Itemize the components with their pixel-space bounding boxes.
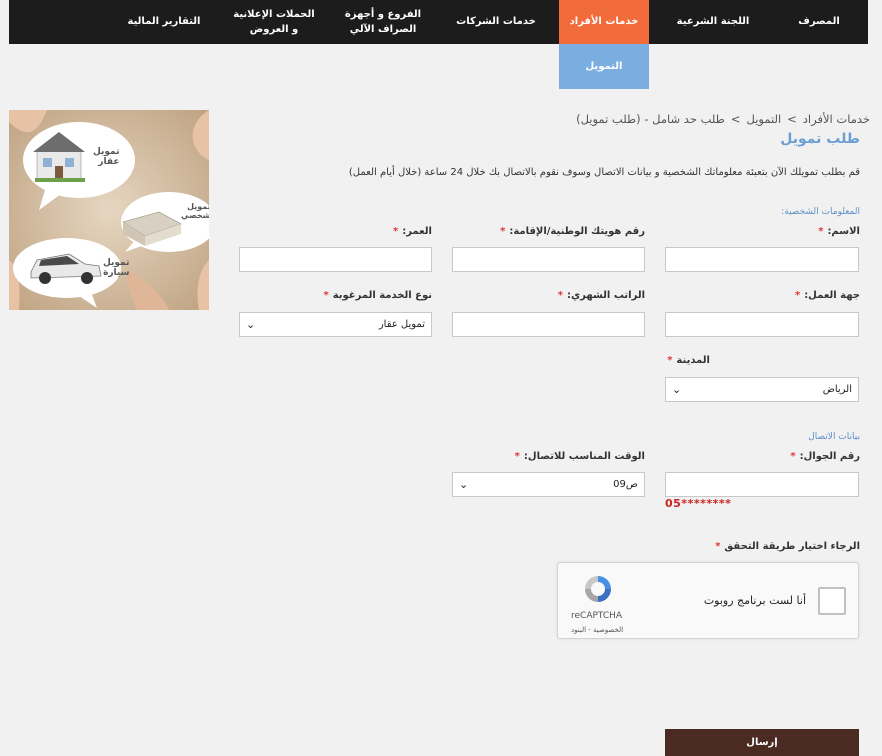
breadcrumb-separator: > (730, 112, 741, 126)
breadcrumb-financing[interactable]: التمويل (746, 112, 781, 126)
nav-item-financial-reports[interactable]: التقارير المالية (117, 0, 211, 44)
financing-promo-image: تمويل عقار تمويل شخصي تمويل سيارة (9, 110, 209, 310)
breadcrumb-current: طلب حد شامل - (طلب تمويل) (576, 112, 725, 126)
monthly-salary-input[interactable] (452, 312, 645, 337)
top-navigation: المصرف اللجنة الشرعية خدمات الأفراد خدما… (9, 0, 868, 44)
promo-bubble-personal: تمويل شخصي (181, 202, 209, 221)
recaptcha-label: أنا لست برنامج روبوت (703, 594, 806, 607)
nav-item-corporate-services[interactable]: خدمات الشركات (446, 0, 546, 44)
mobile-input[interactable] (665, 472, 859, 497)
breadcrumb: خدمات الأفراد > التمويل > طلب حد شامل - (طلب… (576, 112, 870, 126)
chevron-down-icon: ⌄ (672, 383, 682, 396)
intro-text: قم بطلب تمويلك الآن بتعبئة معلوماتك الشخ… (348, 167, 860, 178)
personal-info-section-title: المعلومات الشخصية: (781, 207, 860, 217)
service-type-value: تمويل عقار (378, 319, 425, 330)
verification-label: الرجاء اختيار طريقة التحقق* (715, 541, 860, 552)
monthly-salary-label: الراتب الشهري:* (557, 290, 645, 301)
page-title: طلب تمويل (780, 131, 860, 147)
nav-item-campaigns-offers[interactable]: الحملات الإعلانية و العروض (214, 0, 334, 44)
nav-item-bank[interactable]: المصرف (779, 0, 859, 44)
recaptcha-widget: أنا لست برنامج روبوت reCAPTCHA الخصوصية … (557, 562, 859, 639)
recaptcha-privacy-terms-link[interactable]: الخصوصية - البنود (571, 626, 623, 634)
contact-time-value: 09ص (613, 479, 638, 490)
employer-input[interactable] (665, 312, 859, 337)
city-select[interactable]: ⌄ الرياض (665, 377, 859, 402)
mobile-format-hint: 05******** (665, 497, 732, 510)
breadcrumb-individual-services[interactable]: خدمات الأفراد (803, 112, 870, 126)
promo-illustration (9, 110, 209, 310)
nav-item-sharia-committee[interactable]: اللجنة الشرعية (659, 0, 767, 44)
name-label: الاسم:* (818, 226, 860, 237)
contact-section-title: بيانات الاتصال (808, 432, 860, 442)
mobile-label: رقم الجوال:* (790, 451, 860, 462)
promo-bubble-real-estate: تمويل عقار (93, 147, 120, 168)
service-type-select[interactable]: ⌄ تمويل عقار (239, 312, 432, 337)
recaptcha-brand: reCAPTCHA (571, 611, 623, 621)
nav-item-individual-services[interactable]: خدمات الأفراد (559, 0, 649, 44)
age-label: العمر:* (393, 226, 432, 237)
nav-item-branches-atms[interactable]: الفروع و أجهزة الصراف الآلي (331, 0, 435, 44)
recaptcha-logo-icon (585, 576, 611, 602)
submit-button[interactable]: إرسال (665, 729, 859, 756)
name-input[interactable] (665, 247, 859, 272)
national-id-label: رقم هويتك الوطنية/الإقامة:* (500, 226, 645, 237)
chevron-down-icon: ⌄ (246, 318, 256, 331)
employer-label: جهة العمل:* (794, 290, 860, 301)
subnav-item-financing[interactable]: التمويل (559, 44, 649, 89)
financing-request-form: خدمات الأفراد > التمويل > طلب حد شامل - (طلب… (230, 108, 870, 756)
service-type-label: نوع الخدمة المرغوبة* (323, 290, 432, 301)
city-value: الرياض (822, 384, 852, 395)
national-id-input[interactable] (452, 247, 645, 272)
breadcrumb-separator: > (787, 112, 797, 126)
city-label: المدينة* (667, 355, 710, 366)
promo-bubble-car: تمويل سيارة (103, 258, 130, 279)
contact-time-label: الوقت المناسب للاتصال:* (514, 451, 645, 462)
recaptcha-checkbox[interactable] (818, 587, 846, 615)
contact-time-select[interactable]: ⌄ 09ص (452, 472, 645, 497)
age-input[interactable] (239, 247, 432, 272)
chevron-down-icon: ⌄ (459, 478, 469, 491)
